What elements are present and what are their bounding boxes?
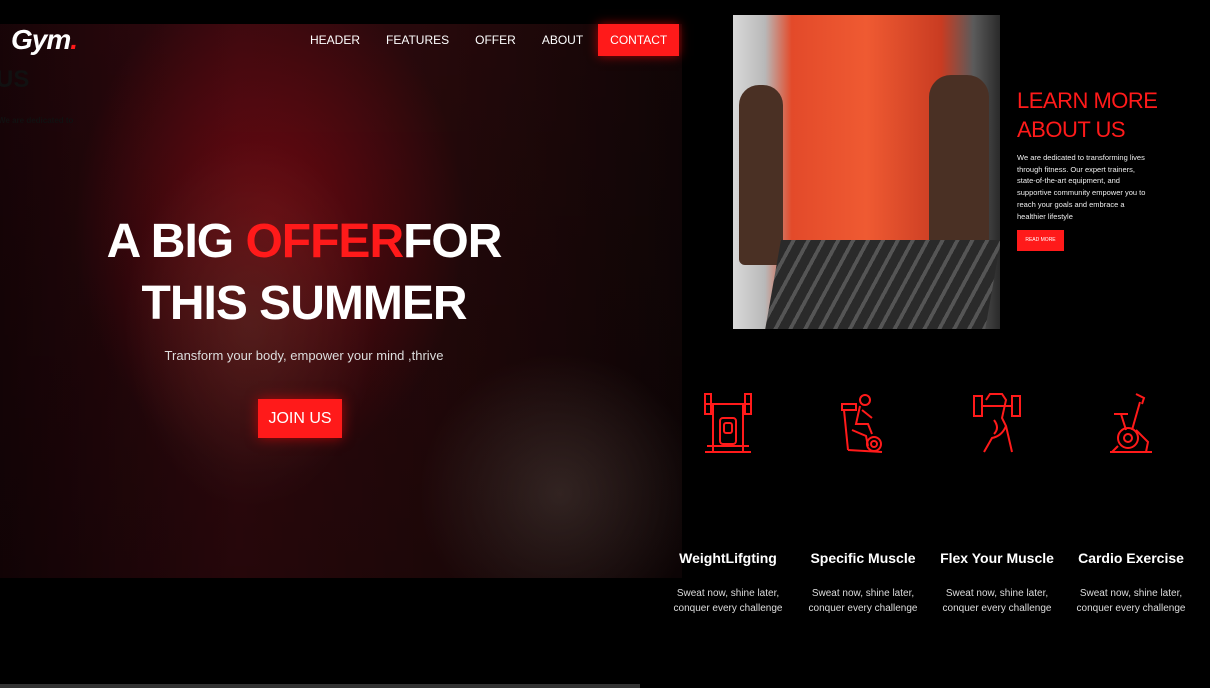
logo-text: Gym — [11, 24, 71, 55]
feature-title: WeightLifgting — [679, 550, 777, 566]
feature-card: Specific Muscle Sweat now, shine later, … — [798, 390, 928, 614]
about-text: We are dedicated to transforming lives t… — [1017, 153, 1146, 221]
main-nav: HEADER FEATURES OFFER ABOUT CONTACT — [297, 24, 680, 56]
about-image — [733, 15, 1000, 329]
read-more-button[interactable]: READ MORE — [1017, 230, 1064, 251]
logo[interactable]: Gym. — [11, 24, 78, 56]
athlete — [929, 75, 989, 265]
feature-card: Flex Your Muscle Sweat now, shine later,… — [932, 390, 1062, 614]
feature-description: Sweat now, shine later, conquer every ch… — [942, 588, 1052, 614]
about-title: LEARN MORE ABOUT US — [1017, 88, 1158, 142]
dumbbell-rack — [765, 240, 1000, 329]
nav-item-contact[interactable]: CONTACT — [598, 24, 680, 56]
hero-title-line2: THIS SUMMER — [141, 277, 468, 330]
hero-title-a: A BIG — [106, 215, 246, 268]
hero-title-b: FOR — [403, 215, 502, 268]
nav-item-about[interactable]: ABOUT — [529, 24, 596, 56]
background-text-fragment: We are dedicated to — [0, 116, 74, 125]
background-heading-fragment: US — [0, 66, 30, 93]
nav-item-offer[interactable]: OFFER — [462, 24, 529, 56]
feature-description: Sweat now, shine later, conquer every ch… — [673, 588, 783, 614]
join-us-button[interactable]: JOIN US — [258, 399, 342, 438]
feature-title: Cardio Exercise — [1078, 550, 1184, 566]
hero-subtitle: Transform your body, empower your mind ,… — [164, 348, 444, 363]
stationary-bike-icon — [841, 394, 883, 453]
feature-card: WeightLifgting Sweat now, shine later, c… — [663, 390, 793, 614]
logo-dot: . — [70, 24, 78, 55]
exercise-bike-icon — [1110, 393, 1152, 453]
hero-title-highlight: OFFER — [245, 215, 404, 268]
horizontal-scrollbar[interactable] — [0, 684, 640, 688]
nav-item-features[interactable]: FEATURES — [373, 24, 462, 56]
nav-item-header[interactable]: HEADER — [297, 24, 373, 56]
feature-description: Sweat now, shine later, conquer every ch… — [808, 588, 918, 614]
bench-press-icon — [704, 393, 752, 453]
feature-card: Cardio Exercise Sweat now, shine later, … — [1066, 390, 1196, 614]
dumbbell-arm-icon — [973, 393, 1021, 453]
hero-title-line1: A BIG OFFERFOR — [0, 214, 608, 269]
feature-title: Specific Muscle — [810, 550, 916, 566]
feature-description: Sweat now, shine later, conquer every ch… — [1076, 588, 1186, 614]
athlete-reflection — [739, 85, 783, 265]
feature-title: Flex Your Muscle — [940, 550, 1054, 566]
